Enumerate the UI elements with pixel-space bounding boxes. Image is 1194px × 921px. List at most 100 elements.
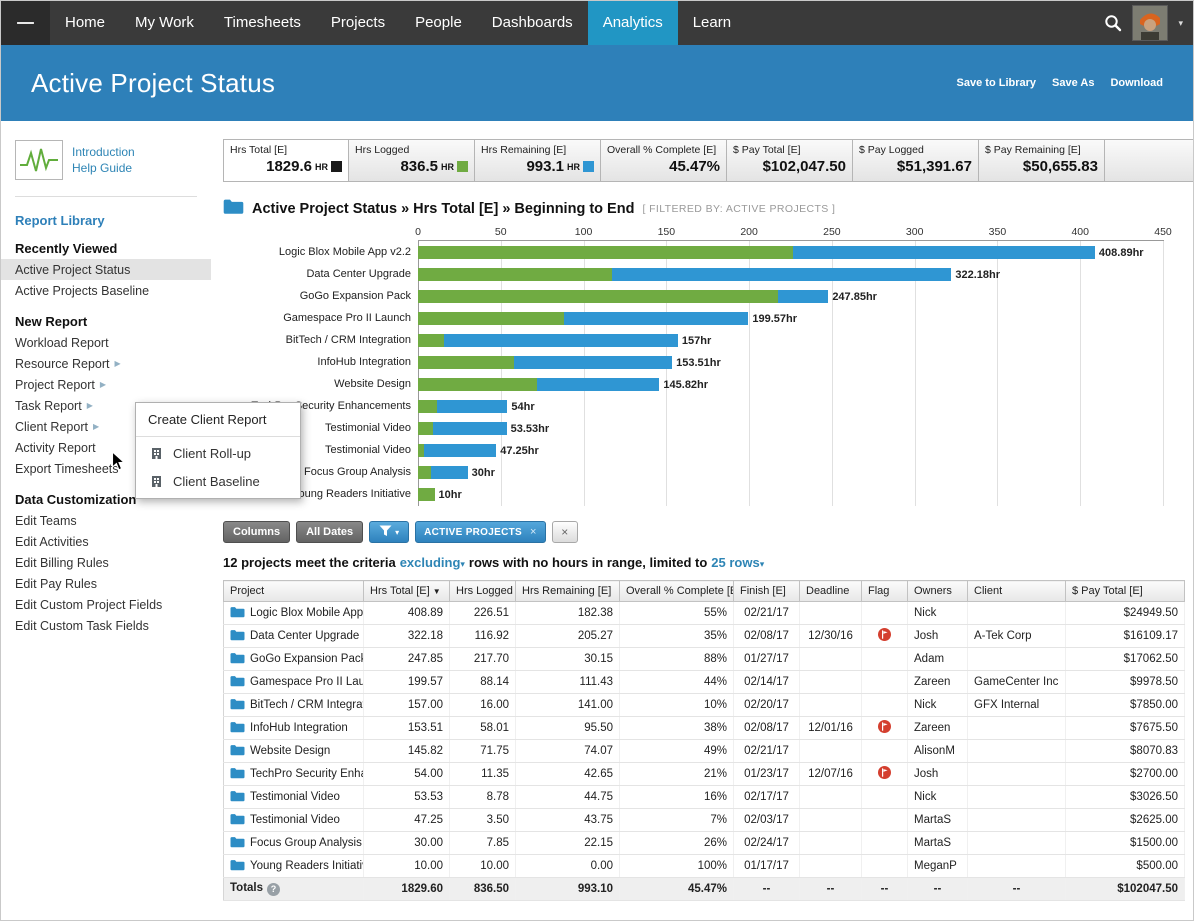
flyout-item-client-baseline[interactable]: Client Baseline: [136, 465, 300, 493]
save-as-link[interactable]: Save As: [1052, 77, 1094, 89]
col-header-hrs-remaining-e[interactable]: Hrs Remaining [E]: [516, 581, 620, 602]
bar-gogo-expansion-pack[interactable]: 247.85hr: [418, 290, 877, 303]
cell-project[interactable]: Website Design: [224, 740, 364, 763]
bar-infohub-integration[interactable]: 153.51hr: [418, 356, 721, 369]
table-row[interactable]: Young Readers Initiativ10.0010.000.00100…: [224, 855, 1185, 878]
bar-testimonial-video[interactable]: 53.53hr: [418, 422, 549, 435]
cell-project[interactable]: Testimonial Video: [224, 809, 364, 832]
kpi-pay-logged[interactable]: $ Pay Logged$51,391.67: [853, 139, 979, 182]
sidebar-item-active-projects-baseline[interactable]: Active Projects Baseline: [1, 280, 211, 301]
table-row[interactable]: Data Center Upgrade322.18116.92205.2735%…: [224, 625, 1185, 648]
menu-button[interactable]: [1, 1, 50, 45]
nav-item-timesheets[interactable]: Timesheets: [209, 1, 316, 45]
totals-cell: --: [862, 878, 908, 901]
search-icon[interactable]: [1104, 14, 1122, 32]
kpi-hrs-total-e[interactable]: Hrs Total [E]1829.6HR: [223, 139, 349, 182]
cell-project[interactable]: BitTech / CRM Integrat: [224, 694, 364, 717]
sidebar-item-project-report[interactable]: Project Report▶: [1, 374, 211, 395]
col-header-client[interactable]: Client: [968, 581, 1066, 602]
filter-tag[interactable]: ACTIVE PROJECTS ×: [415, 521, 546, 543]
bar-focus-group-analysis[interactable]: 30hr: [418, 466, 495, 479]
bar-website-design[interactable]: 145.82hr: [418, 378, 708, 391]
cell-project[interactable]: Testimonial Video: [224, 786, 364, 809]
kpi-pay-remaining-e[interactable]: $ Pay Remaining [E]$50,655.83: [979, 139, 1105, 182]
table-row[interactable]: GoGo Expansion Pack247.85217.7030.1588%0…: [224, 648, 1185, 671]
col-header-deadline[interactable]: Deadline: [800, 581, 862, 602]
clear-filters-button[interactable]: ×: [552, 521, 578, 543]
sidebar-heading-recently-viewed: Recently Viewed: [1, 241, 211, 256]
table-row[interactable]: Testimonial Video53.538.7844.7516%02/17/…: [224, 786, 1185, 809]
table-row[interactable]: Website Design145.8271.7574.0749%02/21/1…: [224, 740, 1185, 763]
table-row[interactable]: BitTech / CRM Integrat157.0016.00141.001…: [224, 694, 1185, 717]
cell-hrs-total: 322.18: [364, 625, 450, 648]
col-header-finish-e[interactable]: Finish [E]: [734, 581, 800, 602]
kpi-overall-complete-e[interactable]: Overall % Complete [E]45.47%: [601, 139, 727, 182]
report-library-heading[interactable]: Report Library: [15, 213, 211, 228]
sidebar-item-edit-custom-task-fields[interactable]: Edit Custom Task Fields: [1, 615, 211, 636]
sidebar-item-edit-custom-project-fields[interactable]: Edit Custom Project Fields: [1, 594, 211, 615]
nav-item-my-work[interactable]: My Work: [120, 1, 209, 45]
cell-project[interactable]: Young Readers Initiativ: [224, 855, 364, 878]
bar-gamespace-pro-ii-launch[interactable]: 199.57hr: [418, 312, 797, 325]
cell-project[interactable]: InfoHub Integration: [224, 717, 364, 740]
results-summary: 12 projects meet the criteria excluding▾…: [223, 555, 1194, 570]
table-row[interactable]: InfoHub Integration153.5158.0195.5038%02…: [224, 717, 1185, 740]
nav-item-home[interactable]: Home: [50, 1, 120, 45]
bar-young-readers-initiative[interactable]: 10hr: [418, 488, 462, 501]
bar-testimonial-video[interactable]: 47.25hr: [418, 444, 539, 457]
cell-project[interactable]: Data Center Upgrade: [224, 625, 364, 648]
all-dates-button[interactable]: All Dates: [296, 521, 363, 543]
sidebar-item-workload-report[interactable]: Workload Report: [1, 332, 211, 353]
kpi-hrs-remaining-e[interactable]: Hrs Remaining [E]993.1HR: [475, 139, 601, 182]
bar-techpro-security-enhancements[interactable]: 54hr: [418, 400, 535, 413]
table-row[interactable]: Testimonial Video47.253.5043.757%02/03/1…: [224, 809, 1185, 832]
kpi-hrs-logged[interactable]: Hrs Logged836.5HR: [349, 139, 475, 182]
excluding-dropdown[interactable]: excluding▾: [400, 555, 465, 570]
nav-item-learn[interactable]: Learn: [678, 1, 746, 45]
filter-button[interactable]: ▾: [369, 521, 409, 543]
cell-percent-complete: 21%: [620, 763, 734, 786]
col-header-hrs-total-e[interactable]: Hrs Total [E]▼: [364, 581, 450, 602]
table-row[interactable]: TechPro Security Enha54.0011.3542.6521%0…: [224, 763, 1185, 786]
bar-bittech-crm-integration[interactable]: 157hr: [418, 334, 711, 347]
cell-project[interactable]: GoGo Expansion Pack: [224, 648, 364, 671]
col-header-overall-complete-e[interactable]: Overall % Complete [E]: [620, 581, 734, 602]
cell-project[interactable]: Gamespace Pro II Lau: [224, 671, 364, 694]
flyout-item-client-roll-up[interactable]: Client Roll-up: [136, 437, 300, 465]
col-header-project[interactable]: Project: [224, 581, 364, 602]
col-header-owners[interactable]: Owners: [908, 581, 968, 602]
sidebar-item-resource-report[interactable]: Resource Report▶: [1, 353, 211, 374]
cell-project[interactable]: Focus Group Analysis: [224, 832, 364, 855]
bar-data-center-upgrade[interactable]: 322.18hr: [418, 268, 1000, 281]
sidebar-item-edit-pay-rules[interactable]: Edit Pay Rules: [1, 573, 211, 594]
bar-logic-blox-mobile-app-v2-2[interactable]: 408.89hr: [418, 246, 1144, 259]
kpi-pay-total-e[interactable]: $ Pay Total [E]$102,047.50: [727, 139, 853, 182]
cell-project[interactable]: TechPro Security Enha: [224, 763, 364, 786]
remove-filter-icon[interactable]: ×: [530, 526, 537, 538]
user-avatar[interactable]: [1132, 5, 1168, 41]
table-row[interactable]: Focus Group Analysis30.007.8522.1526%02/…: [224, 832, 1185, 855]
cell-project[interactable]: Logic Blox Mobile App: [224, 602, 364, 625]
table-row[interactable]: Logic Blox Mobile App408.89226.51182.385…: [224, 602, 1185, 625]
user-menu-caret-icon[interactable]: ▾: [1178, 18, 1183, 29]
save-to-library-link[interactable]: Save to Library: [957, 77, 1036, 89]
sidebar-item-edit-activities[interactable]: Edit Activities: [1, 531, 211, 552]
introduction-link[interactable]: Introduction: [72, 145, 135, 159]
row-limit-dropdown[interactable]: 25 rows▾: [711, 555, 764, 570]
help-guide-link[interactable]: Help Guide: [72, 161, 135, 175]
totals-help-icon[interactable]: ?: [267, 883, 280, 896]
nav-item-analytics[interactable]: Analytics: [588, 1, 678, 45]
col-header-hrs-logged[interactable]: Hrs Logged: [450, 581, 516, 602]
download-link[interactable]: Download: [1110, 77, 1163, 89]
table-row[interactable]: Gamespace Pro II Lau199.5788.14111.4344%…: [224, 671, 1185, 694]
project-name: Website Design: [250, 745, 330, 757]
col-header-pay-total-e[interactable]: $ Pay Total [E]: [1066, 581, 1185, 602]
nav-item-projects[interactable]: Projects: [316, 1, 400, 45]
sidebar-item-edit-billing-rules[interactable]: Edit Billing Rules: [1, 552, 211, 573]
sidebar-item-edit-teams[interactable]: Edit Teams: [1, 510, 211, 531]
columns-button[interactable]: Columns: [223, 521, 290, 543]
nav-item-people[interactable]: People: [400, 1, 477, 45]
nav-item-dashboards[interactable]: Dashboards: [477, 1, 588, 45]
col-header-flag[interactable]: Flag: [862, 581, 908, 602]
sidebar-item-active-project-status[interactable]: Active Project Status: [1, 259, 211, 280]
